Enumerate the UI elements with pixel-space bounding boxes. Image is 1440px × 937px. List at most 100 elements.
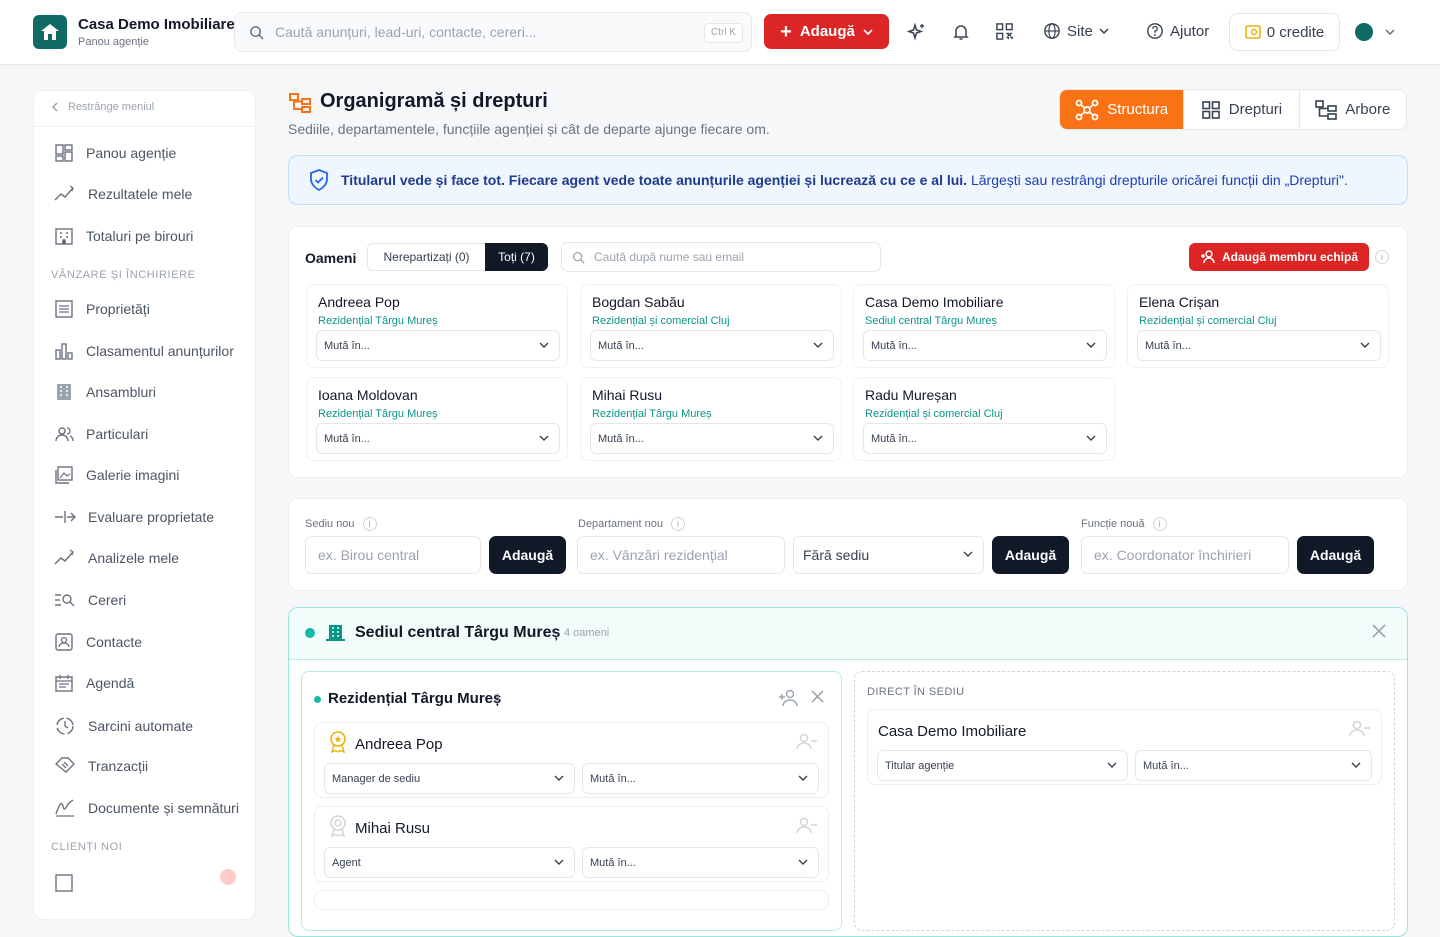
sidebar-item-my-results[interactable]: Rezultatele mele	[54, 184, 192, 204]
org-chart-icon	[289, 93, 311, 113]
agency-logo[interactable]	[33, 15, 67, 49]
new-office-label: Sediu nou i	[305, 517, 377, 531]
permissions-alert: Titularul vede și face tot. Fiecare agen…	[288, 155, 1408, 205]
move-to-select[interactable]: Mută în...	[582, 763, 819, 794]
add-user-icon[interactable]	[778, 689, 800, 707]
compare-arrows-icon	[55, 511, 76, 523]
info-icon[interactable]: i	[1375, 250, 1389, 264]
sidebar-item-property-valuation[interactable]: Evaluare proprietate	[54, 507, 214, 527]
move-to-select[interactable]: Mută în...	[590, 330, 834, 361]
add-department-button[interactable]: Adaugă	[992, 536, 1069, 574]
info-icon[interactable]: i	[362, 517, 377, 531]
sidebar-section-new-clients: CLIENȚI NOI	[51, 841, 123, 853]
signature-icon	[55, 799, 74, 817]
remove-user-icon[interactable]	[796, 733, 818, 750]
remove-user-icon[interactable]	[1349, 720, 1371, 737]
new-department-input[interactable]	[578, 537, 784, 573]
department-member-card: Andreea Pop Manager de sediu Mută în...	[314, 722, 829, 798]
new-office-input[interactable]	[306, 537, 480, 573]
info-icon[interactable]: i	[671, 517, 685, 531]
person-card: Mihai Rusu Rezidențial Târgu Mureș Mută …	[580, 377, 842, 461]
tab-tree[interactable]: Arbore	[1298, 90, 1406, 129]
remove-user-icon[interactable]	[796, 817, 818, 834]
filter-all[interactable]: Toți (7)	[485, 243, 548, 271]
chevron-down-icon	[1351, 762, 1361, 768]
add-team-member-button[interactable]: Adaugă membru echipă	[1189, 243, 1369, 271]
ai-sparkle-icon[interactable]	[907, 22, 927, 42]
user-avatar[interactable]	[1355, 23, 1373, 41]
new-office-label-text: Sediu nou	[305, 518, 355, 530]
sidebar-item-label: Evaluare proprietate	[88, 509, 215, 525]
move-to-select[interactable]: Mută în...	[863, 423, 1107, 454]
building-icon	[55, 228, 73, 245]
person-name: Bogdan Sabău	[592, 294, 685, 310]
role-select[interactable]: Agent	[324, 847, 575, 878]
sidebar-item-requests[interactable]: Cereri	[54, 590, 126, 610]
move-to-select[interactable]: Mută în...	[1137, 330, 1381, 361]
new-department-field[interactable]	[577, 536, 785, 574]
sidebar-item-developments[interactable]: Ansambluri	[54, 382, 156, 402]
people-search[interactable]	[561, 242, 881, 272]
collapse-menu-button[interactable]: Restrânge meniul	[52, 101, 154, 113]
department-name[interactable]: Rezidențial Târgu Mureș	[328, 690, 501, 707]
sidebar-item-image-gallery[interactable]: Galerie imagini	[54, 465, 179, 485]
bell-icon[interactable]	[951, 22, 971, 42]
sidebar-item-my-analyses[interactable]: Analizele mele	[54, 548, 179, 568]
sidebar-item-dashboard[interactable]: Panou agenție	[54, 143, 176, 163]
site-menu[interactable]: Site	[1043, 22, 1109, 40]
chevron-down-icon	[539, 342, 549, 348]
role-select[interactable]: Manager de sediu	[324, 763, 575, 794]
move-to-placeholder: Mută în...	[598, 339, 644, 352]
image-gallery-icon	[55, 466, 73, 484]
sidebar-item-transactions[interactable]: Tranzacții	[54, 756, 148, 776]
move-to-select[interactable]: Mută în...	[316, 330, 560, 361]
info-icon[interactable]: i	[1152, 517, 1167, 531]
sidebar-item-listing-ranking[interactable]: Clasamentul anunțurilor	[54, 341, 234, 361]
new-role-input[interactable]	[1082, 537, 1288, 573]
sidebar-item-office-totals[interactable]: Totaluri pe birouri	[54, 226, 193, 246]
close-icon[interactable]	[811, 690, 824, 703]
close-icon[interactable]	[1372, 624, 1386, 638]
add-office-button[interactable]: Adaugă	[489, 536, 566, 574]
global-search-input[interactable]	[275, 22, 695, 42]
move-to-select[interactable]: Mută în...	[590, 423, 834, 454]
sidebar-item-agenda[interactable]: Agendă	[54, 673, 134, 693]
new-office-field[interactable]	[305, 536, 481, 574]
sidebar-item-automated-tasks[interactable]: Sarcini automate	[54, 715, 193, 737]
move-to-select[interactable]: Mută în...	[1135, 750, 1372, 781]
tab-permissions[interactable]: Drepturi	[1183, 90, 1298, 129]
chevron-down-icon	[1086, 342, 1096, 348]
filter-unassigned[interactable]: Nerepartizați (0)	[367, 243, 486, 271]
client-list-icon[interactable]	[54, 873, 74, 893]
qr-code-icon[interactable]	[995, 22, 1014, 41]
move-to-placeholder: Mută în...	[1143, 759, 1189, 772]
sidebar-item-private-sellers[interactable]: Particulari	[54, 424, 148, 444]
add-role-button[interactable]: Adaugă	[1297, 536, 1374, 574]
credits-button[interactable]: 0 credite	[1229, 13, 1340, 51]
move-to-select[interactable]: Mută în...	[863, 330, 1107, 361]
chevron-down-icon[interactable]	[1385, 29, 1395, 35]
role-select[interactable]: Titular agenție	[877, 750, 1128, 781]
move-to-select[interactable]: Mută în...	[316, 423, 560, 454]
search-icon	[250, 26, 264, 40]
office-headcount: 4 oameni	[564, 627, 610, 639]
sidebar-item-properties[interactable]: Proprietăți	[54, 299, 150, 319]
move-to-placeholder: Mută în...	[324, 339, 370, 352]
sidebar-item-contacts[interactable]: Contacte	[54, 632, 142, 652]
tab-structure[interactable]: Structura	[1060, 90, 1184, 129]
tree-icon	[1315, 99, 1338, 120]
add-button[interactable]: + Adaugă	[764, 14, 889, 49]
move-to-select[interactable]: Mută în...	[582, 847, 819, 878]
sidebar-section-sales: VÂNZARE ȘI ÎNCHIRIERE	[51, 269, 196, 281]
help-link[interactable]: Ajutor	[1146, 22, 1209, 40]
office-name[interactable]: Sediul central Târgu Mureș	[355, 624, 560, 642]
sidebar-item-label: Particulari	[86, 426, 149, 442]
sidebar-item-documents-signatures[interactable]: Documente și semnături	[54, 798, 239, 818]
department-office-select[interactable]: Fără sediu	[793, 536, 984, 574]
person-card: Bogdan Sabău Rezidențial și comercial Cl…	[580, 284, 842, 368]
global-search[interactable]: Ctrl K	[234, 12, 752, 52]
new-role-field[interactable]	[1081, 536, 1289, 574]
chevron-down-icon	[798, 775, 808, 781]
tab-label: Drepturi	[1228, 101, 1283, 118]
people-search-input[interactable]	[594, 250, 864, 264]
